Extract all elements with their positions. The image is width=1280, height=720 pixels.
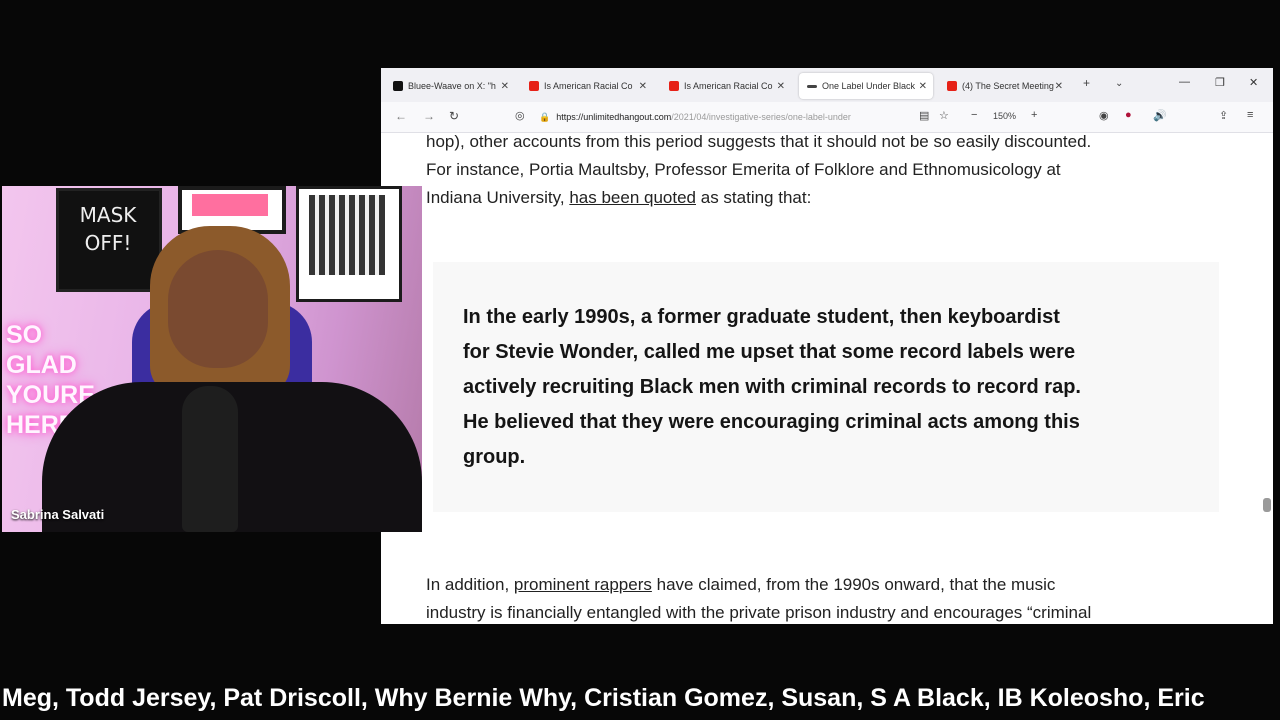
- zoom-out-icon[interactable]: −: [971, 109, 977, 121]
- extension-icon[interactable]: ◉: [1099, 109, 1109, 122]
- back-icon[interactable]: ←: [395, 109, 407, 123]
- menu-icon[interactable]: ≡: [1247, 109, 1253, 121]
- close-icon[interactable]: ✕: [639, 81, 647, 92]
- zoom-level[interactable]: 150%: [993, 111, 1016, 121]
- restore-icon[interactable]: ❐: [1215, 76, 1225, 89]
- x-logo-icon: [393, 81, 403, 91]
- microphone: [182, 386, 238, 532]
- quote-line: for Stevie Wonder, called me upset that …: [463, 341, 1076, 363]
- share-icon[interactable]: ⇪: [1219, 109, 1228, 122]
- quote-line: He believed that they were encouraging c…: [463, 411, 1080, 433]
- new-tab-icon[interactable]: +: [1083, 76, 1090, 90]
- youtube-icon: [669, 81, 679, 91]
- article-paragraph: Indiana University, has been quoted as s…: [426, 188, 812, 207]
- article-paragraph: industry is financially entangled with t…: [426, 603, 1092, 622]
- tab-bar: Bluee-Waave on X: "h ✕ Is American Racia…: [381, 68, 1273, 102]
- minimize-icon[interactable]: —: [1179, 76, 1190, 88]
- tab-youtube-2[interactable]: Is American Racial Co ✕: [661, 74, 791, 98]
- youtube-icon: [529, 81, 539, 91]
- prominent-rappers-link[interactable]: prominent rappers: [514, 575, 652, 594]
- tab-youtube-3[interactable]: (4) The Secret Meeting ✕: [939, 74, 1069, 98]
- speaker-icon[interactable]: 🔊: [1153, 109, 1167, 122]
- tab-x-post[interactable]: Bluee-Waave on X: "h ✕: [385, 74, 515, 98]
- blockquote: In the early 1990s, a former graduate st…: [433, 262, 1219, 512]
- quote-line: group.: [463, 446, 526, 468]
- browser-window: Bluee-Waave on X: "h ✕ Is American Racia…: [381, 68, 1273, 624]
- article-content: hop), other accounts from this period su…: [381, 132, 1273, 624]
- article-paragraph: For instance, Portia Maultsby, Professor…: [426, 160, 1061, 179]
- scrollbar-thumb[interactable]: [1263, 498, 1271, 512]
- tab-active-article[interactable]: One Label Under Black ✕: [799, 73, 933, 99]
- close-icon[interactable]: ✕: [501, 81, 509, 92]
- quote-line: actively recruiting Black men with crimi…: [463, 376, 1081, 398]
- close-icon[interactable]: ✕: [1055, 81, 1063, 92]
- close-icon[interactable]: ✕: [777, 81, 785, 92]
- chevron-down-icon[interactable]: ⌄: [1115, 78, 1123, 89]
- webcam-overlay: MASK OFF! SO GLAD YOURE HERE Sabrina Sal…: [2, 186, 422, 532]
- close-window-icon[interactable]: ✕: [1249, 76, 1258, 89]
- youtube-icon: [947, 81, 957, 91]
- article-paragraph: hop), other accounts from this period su…: [426, 132, 1092, 151]
- chalkboard-sign: MASK OFF!: [56, 188, 162, 292]
- reload-icon[interactable]: ↻: [449, 109, 459, 123]
- wall-picture: [296, 186, 402, 302]
- site-icon: [807, 84, 817, 88]
- presenter-name-label: Sabrina Salvati: [11, 507, 105, 522]
- zoom-in-icon[interactable]: +: [1031, 109, 1037, 121]
- quoted-link[interactable]: has been quoted: [569, 188, 696, 207]
- lock-icon: 🔒: [539, 111, 551, 122]
- extension-badge-icon[interactable]: ●: [1125, 109, 1132, 121]
- supporter-ticker: Meg, Todd Jersey, Pat Driscoll, Why Bern…: [2, 684, 1205, 712]
- forward-icon[interactable]: →: [423, 109, 435, 123]
- tab-youtube-1[interactable]: Is American Racial Co ✕: [521, 74, 653, 98]
- shield-icon[interactable]: ◎: [515, 109, 525, 122]
- navigation-bar: ← → ↻ ◎ 🔒 https://unlimitedhangout.com /…: [381, 102, 1273, 133]
- article-paragraph: In addition, prominent rappers have clai…: [426, 575, 1056, 594]
- close-icon[interactable]: ✕: [919, 81, 927, 92]
- bookmark-star-icon[interactable]: ☆: [939, 109, 949, 122]
- quote-line: In the early 1990s, a former graduate st…: [463, 306, 1060, 328]
- reader-view-icon[interactable]: ▤: [919, 109, 929, 122]
- presenter-face: [168, 250, 268, 368]
